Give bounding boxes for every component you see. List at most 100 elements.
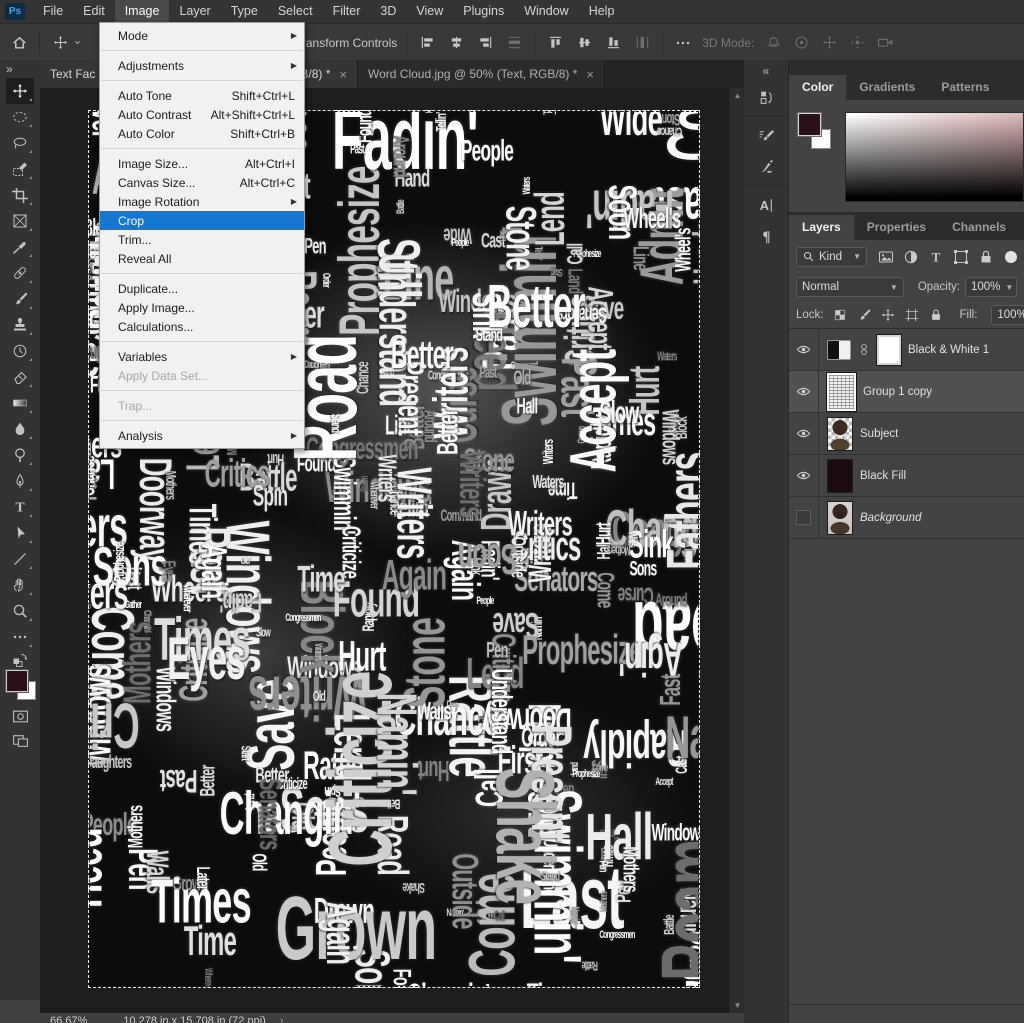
- layers-tab-paths[interactable]: Paths: [1019, 215, 1024, 240]
- character-panel-icon[interactable]: A: [744, 190, 788, 220]
- lock-brush-icon[interactable]: [857, 308, 871, 322]
- adjustments-panel-icon[interactable]: [744, 82, 788, 112]
- scroll-up-icon[interactable]: ▲: [734, 88, 742, 103]
- menubar-item-window[interactable]: Window: [514, 0, 578, 23]
- filter-toggle-icon[interactable]: [1005, 251, 1017, 263]
- layer-thumbnail[interactable]: [827, 417, 853, 451]
- close-tab-icon[interactable]: ×: [586, 67, 594, 82]
- menu-item-duplicate[interactable]: Duplicate...: [100, 279, 304, 298]
- history-brush-tool[interactable]: [6, 338, 34, 364]
- path-selection-tool[interactable]: [6, 520, 34, 546]
- visibility-eye-icon[interactable]: [789, 329, 819, 370]
- pen-tool[interactable]: [6, 468, 34, 494]
- filter-shape-icon[interactable]: [953, 249, 969, 265]
- hand-tool[interactable]: [6, 572, 34, 598]
- foreground-color-swatch[interactable]: [798, 113, 821, 136]
- layers-tab-layers[interactable]: Layers: [789, 215, 854, 240]
- menubar-item-type[interactable]: Type: [221, 0, 268, 23]
- filter-kind-dropdown[interactable]: Kind ▼: [796, 247, 867, 267]
- color-gradient-field[interactable]: [845, 112, 1024, 202]
- menubar-item-3d[interactable]: 3D: [370, 0, 406, 23]
- vertical-scrollbar[interactable]: ▲ ▼: [729, 88, 745, 1013]
- menu-item-calculations[interactable]: Calculations...: [100, 317, 304, 336]
- marquee-tool[interactable]: [6, 104, 34, 130]
- align-right-icon[interactable]: [474, 32, 496, 54]
- zoom-level[interactable]: 66.67%: [50, 1015, 87, 1023]
- paragraph-panel-icon[interactable]: ¶: [744, 220, 788, 250]
- menubar-item-help[interactable]: Help: [579, 0, 625, 23]
- lock-checker-icon[interactable]: [833, 308, 847, 322]
- menu-item-auto-color[interactable]: Auto ColorShift+Ctrl+B: [100, 124, 304, 143]
- clone-stamp-tool[interactable]: [6, 312, 34, 338]
- brushes-panel-icon[interactable]: [744, 151, 788, 181]
- menu-item-apply-image[interactable]: Apply Image...: [100, 298, 304, 317]
- lasso-tool[interactable]: [6, 130, 34, 156]
- crop-tool[interactable]: [6, 182, 34, 208]
- close-tab-icon[interactable]: ×: [339, 67, 347, 82]
- color-tab-color[interactable]: Color: [789, 75, 846, 100]
- filter-type-icon[interactable]: T: [928, 249, 944, 265]
- layer-mask-thumbnail[interactable]: [877, 335, 901, 365]
- layer-thumbnail[interactable]: [827, 501, 853, 535]
- swap-colors-icon[interactable]: [5, 650, 35, 668]
- photoshop-logo-icon[interactable]: Ps: [5, 3, 25, 20]
- status-chevron-icon[interactable]: ›: [280, 1015, 284, 1023]
- more-options-icon[interactable]: [672, 32, 694, 54]
- color-tab-patterns[interactable]: Patterns: [928, 75, 1002, 100]
- fill-dropdown[interactable]: 100% ▼: [991, 305, 1024, 325]
- blur-tool[interactable]: [6, 416, 34, 442]
- layer-row-black-white-1[interactable]: Black & White 1: [789, 329, 1024, 371]
- visibility-eye-icon[interactable]: [789, 413, 819, 454]
- move-tool-icon[interactable]: [49, 32, 71, 54]
- dodge-tool[interactable]: [6, 442, 34, 468]
- gradient-tool[interactable]: [6, 390, 34, 416]
- menubar-item-view[interactable]: View: [406, 0, 453, 23]
- visibility-checkbox-empty[interactable]: [789, 497, 819, 538]
- zoom-tool[interactable]: [6, 598, 34, 624]
- scroll-down-icon[interactable]: ▼: [734, 998, 742, 1013]
- layers-tab-channels[interactable]: Channels: [939, 215, 1019, 240]
- home-icon[interactable]: [8, 32, 30, 54]
- layer-row-subject[interactable]: Subject: [789, 413, 1024, 455]
- align-left-icon[interactable]: [416, 32, 438, 54]
- lock-move-icon[interactable]: [881, 308, 895, 322]
- mask-link-icon[interactable]: [858, 342, 870, 357]
- visibility-eye-icon[interactable]: [789, 371, 819, 412]
- layer-row-black-fill[interactable]: Black Fill: [789, 455, 1024, 497]
- chevron-down-icon[interactable]: [71, 32, 83, 54]
- menubar-item-plugins[interactable]: Plugins: [453, 0, 514, 23]
- layer-row-group-1-copy[interactable]: Group 1 copy: [789, 371, 1024, 413]
- smart-object-icon[interactable]: [978, 249, 994, 265]
- menu-item-auto-contrast[interactable]: Auto ContrastAlt+Shift+Ctrl+L: [100, 105, 304, 124]
- bw-adjustment-thumbnail[interactable]: [827, 340, 851, 360]
- menu-item-adjustments[interactable]: Adjustments▶: [100, 56, 304, 75]
- filter-image-icon[interactable]: [878, 249, 894, 265]
- align-bottom-icon[interactable]: [602, 32, 624, 54]
- eraser-tool[interactable]: [6, 364, 34, 390]
- menubar-item-edit[interactable]: Edit: [73, 0, 115, 23]
- foreground-color-swatch[interactable]: [6, 670, 28, 692]
- object-selection-tool[interactable]: [6, 156, 34, 182]
- type-tool[interactable]: T: [6, 494, 34, 520]
- frame-tool[interactable]: [6, 208, 34, 234]
- quick-mask-icon[interactable]: [5, 704, 35, 728]
- menubar-item-select[interactable]: Select: [268, 0, 323, 23]
- menu-item-image-size[interactable]: Image Size...Alt+Ctrl+I: [100, 154, 304, 173]
- transform-controls-label[interactable]: Transform Controls: [295, 36, 397, 50]
- menu-item-variables[interactable]: Variables▶: [100, 347, 304, 366]
- opacity-dropdown[interactable]: 100% ▼: [965, 277, 1017, 297]
- layers-tab-properties[interactable]: Properties: [854, 215, 939, 240]
- menubar-item-image[interactable]: Image: [115, 0, 170, 23]
- menu-item-trim[interactable]: Trim...: [100, 230, 304, 249]
- menu-item-crop[interactable]: Crop: [100, 211, 304, 230]
- align-center-h-icon[interactable]: [445, 32, 467, 54]
- layer-thumbnail[interactable]: [827, 459, 853, 493]
- menu-item-image-rotation[interactable]: Image Rotation▶: [100, 192, 304, 211]
- brush-tool[interactable]: [6, 286, 34, 312]
- lock-smart-object-icon[interactable]: [929, 308, 943, 322]
- menu-item-canvas-size[interactable]: Canvas Size...Alt+Ctrl+C: [100, 173, 304, 192]
- collapse-panels-icon[interactable]: «: [763, 60, 770, 82]
- menubar-item-file[interactable]: File: [33, 0, 73, 23]
- filter-adjustment-icon[interactable]: [903, 249, 919, 265]
- eyedropper-tool[interactable]: [6, 234, 34, 260]
